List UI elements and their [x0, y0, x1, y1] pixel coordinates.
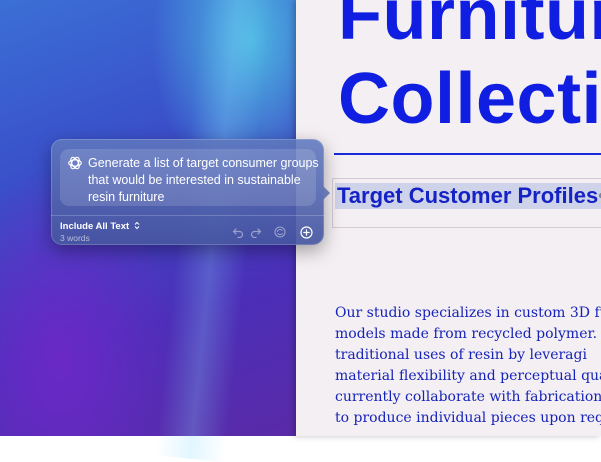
include-select-label: Include All Text: [60, 221, 130, 232]
add-button[interactable]: [299, 225, 313, 239]
updown-chevron-icon: [134, 221, 140, 230]
prompt-line: resin furniture: [88, 190, 165, 204]
plus-circle-icon: [299, 225, 313, 239]
section-heading-text: Target Customer Profiles: [337, 183, 599, 208]
prompt-line: Generate a list of target consumer group…: [88, 156, 319, 170]
document-title-line-2: Collectio: [338, 59, 601, 139]
chatgpt-icon: [68, 156, 82, 170]
prompt-line: that would be interested in sustainable: [88, 173, 301, 187]
refresh-button[interactable]: [273, 225, 287, 239]
undo-button[interactable]: [231, 225, 245, 239]
popover-divider: [51, 215, 324, 216]
refresh-icon: [274, 226, 286, 238]
body-line: traditional uses of resin by leveragi: [335, 347, 587, 363]
body-line: Our studio specializes in custom 3D fur: [335, 305, 601, 321]
undo-icon: [232, 228, 244, 238]
document-page: Furnitur Collectio Our studio specialize…: [296, 0, 601, 436]
popover-arrow: [323, 186, 330, 200]
body-line: currently collaborate with fabrication p…: [335, 389, 601, 405]
word-count: 3 words: [60, 233, 90, 243]
title-divider: [334, 153, 601, 155]
body-line: material flexibility and perceptual qual…: [335, 368, 601, 384]
document-body[interactable]: Our studio specializes in custom 3D fur …: [335, 303, 601, 429]
body-line: models made from recycled polymer. We: [335, 326, 601, 342]
redo-button[interactable]: [249, 225, 263, 239]
include-all-text-select[interactable]: Include All Text: [60, 221, 140, 232]
section-heading[interactable]: Target Customer Profiles¶: [335, 183, 601, 209]
prompt-text: Generate a list of target consumer group…: [88, 155, 319, 206]
body-line: to produce individual pieces upon reques…: [335, 410, 601, 426]
redo-icon: [250, 228, 262, 238]
document-title-line-1: Furnitur: [338, 0, 601, 55]
